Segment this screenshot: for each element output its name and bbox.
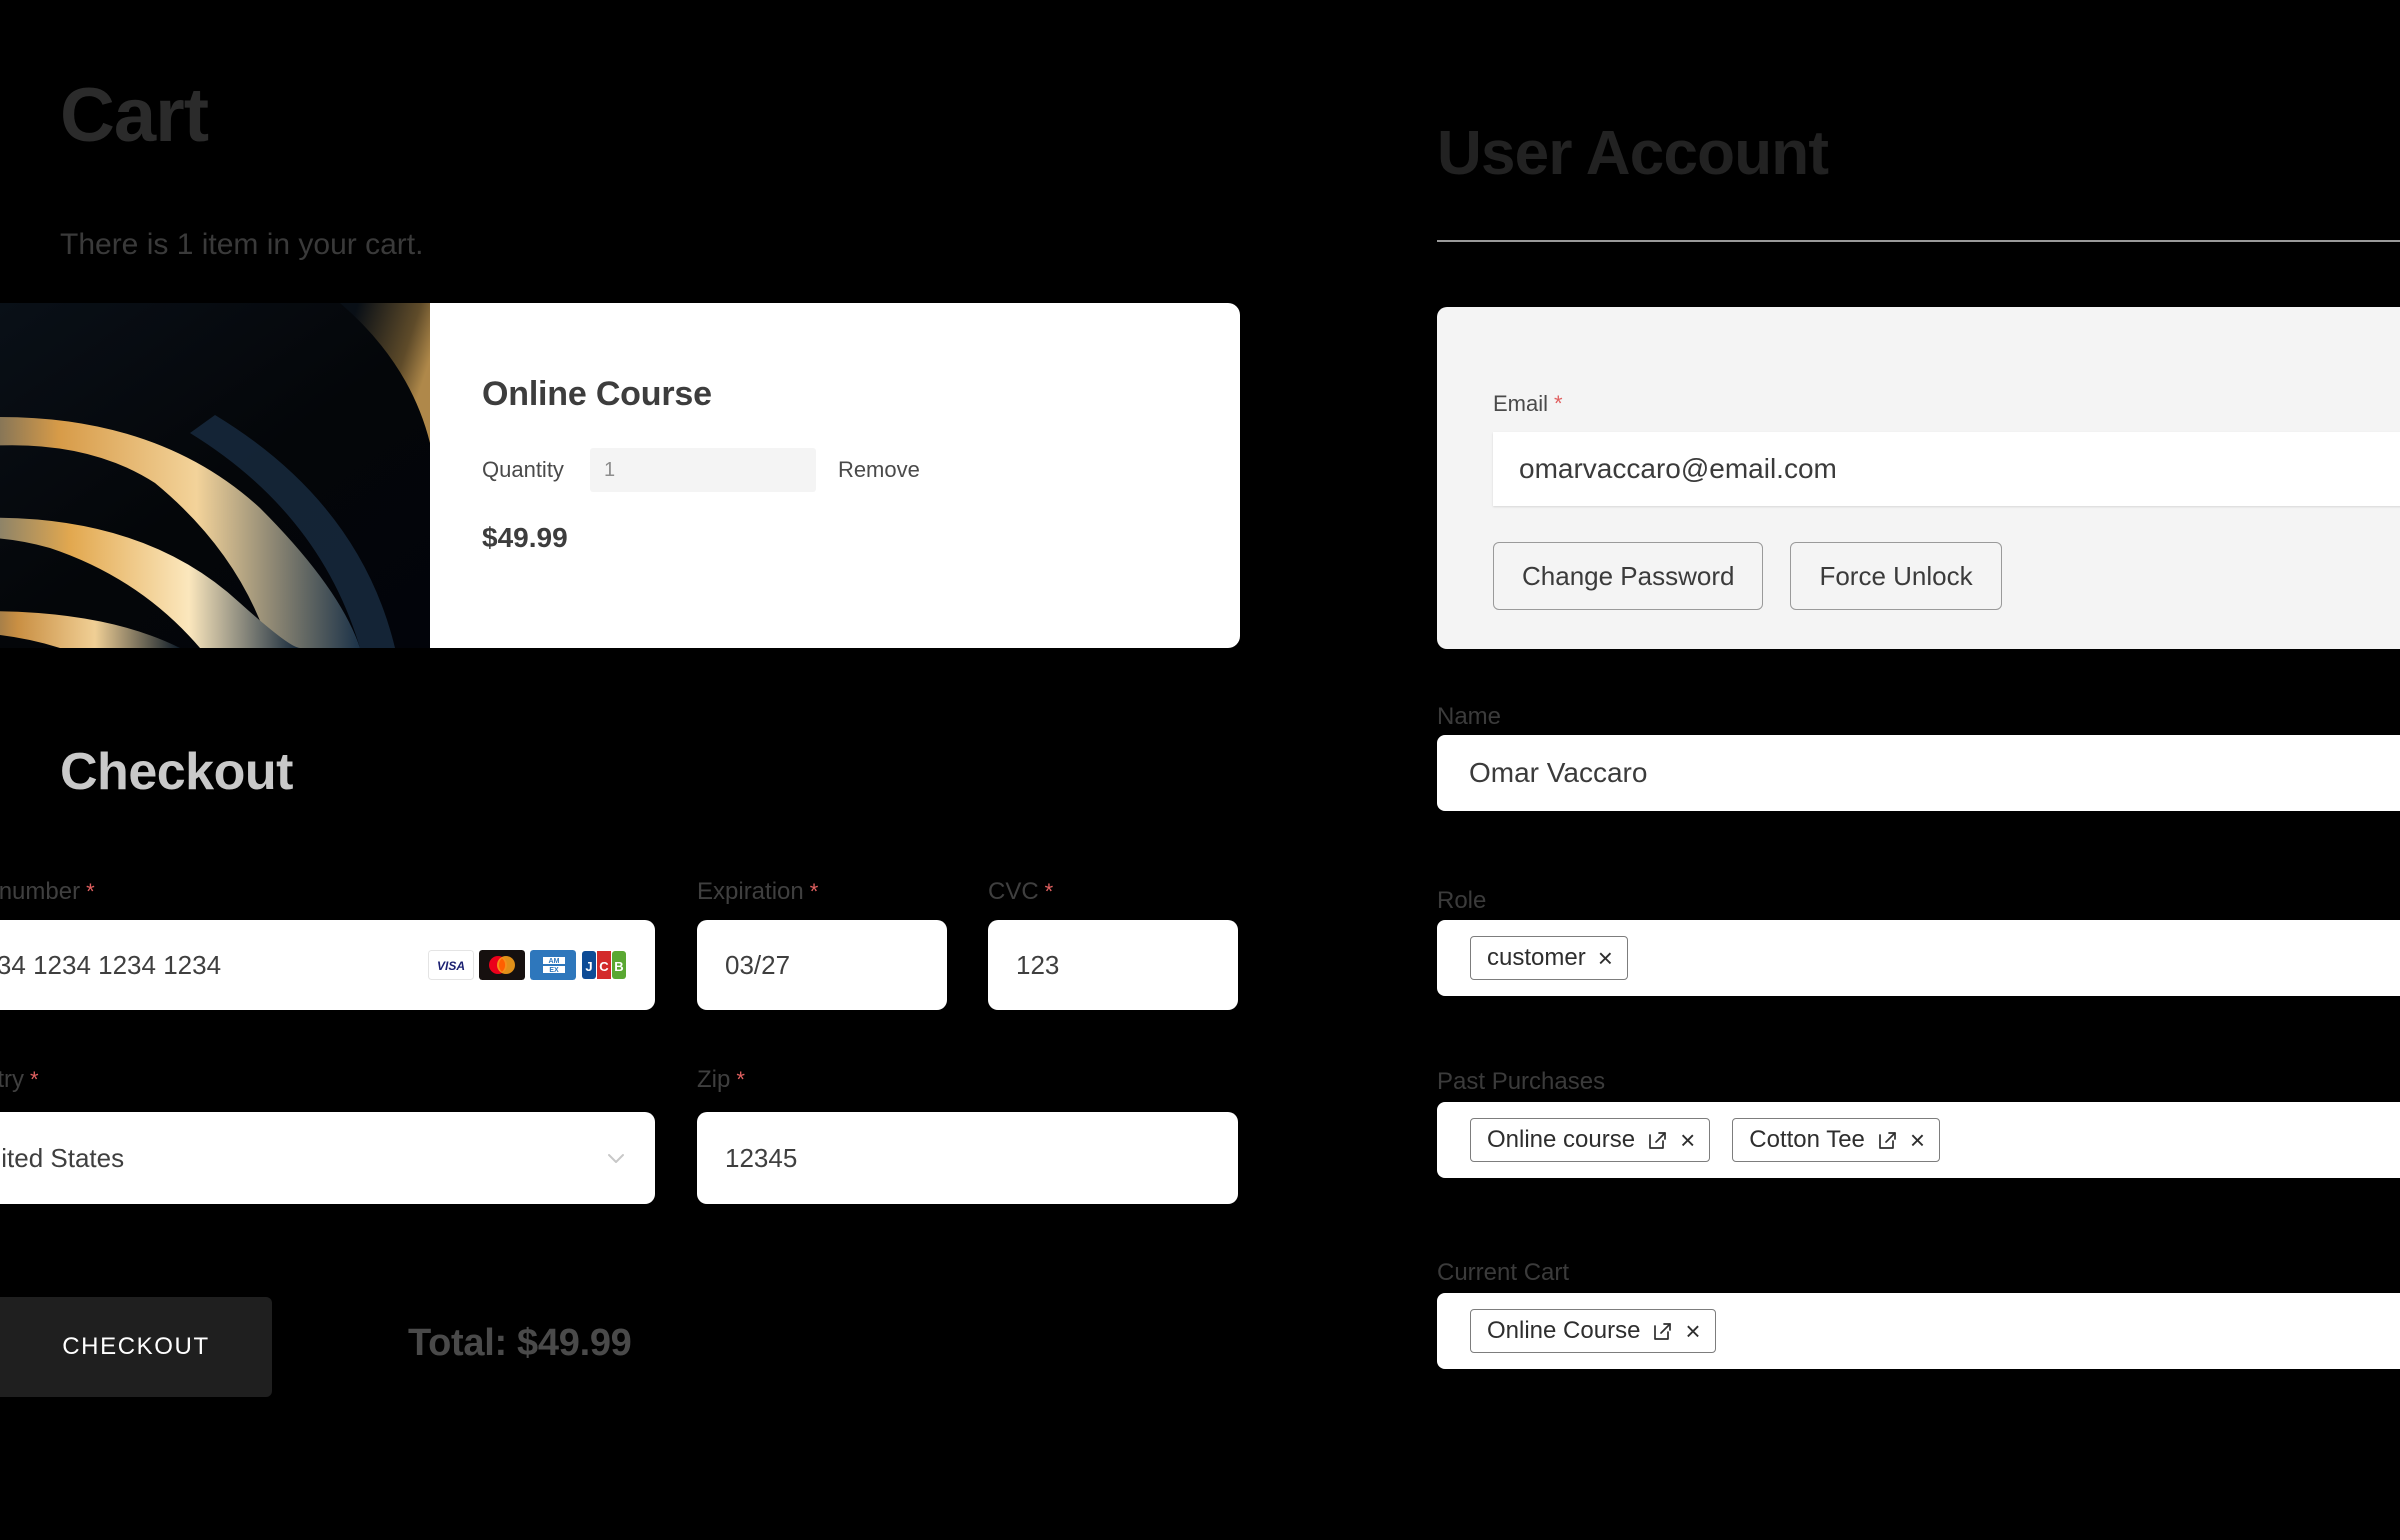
country-select[interactable]: United States [0,1112,655,1204]
required-asterisk: * [1554,391,1563,416]
product-name: Online Course [482,375,712,413]
current-cart-chip[interactable]: Online Course × [1470,1309,1716,1353]
close-icon[interactable]: × [1685,1318,1700,1344]
checkout-button[interactable]: CHECKOUT [0,1297,272,1397]
expiration-label-text: Expiration [697,878,804,905]
card-number-field[interactable]: VISA AM EX JCB [0,920,655,1010]
required-asterisk: * [1044,879,1054,904]
remove-item-button[interactable]: Remove [838,457,920,483]
card-number-input[interactable] [0,949,428,981]
cvc-label: CVC * [988,878,1053,906]
past-purchase-chip[interactable]: Online course × [1470,1118,1711,1162]
svg-text:EX: EX [549,967,559,974]
zip-label-text: Zip [697,1066,731,1093]
role-chip-label: customer [1487,944,1586,971]
card-number-label-text: Card number [0,878,81,905]
chevron-down-icon [605,1147,627,1169]
cart-item-count-text: There is 1 item in your cart. [60,228,424,261]
account-email-card: Email* Change Password Force Unlock [1437,307,2400,649]
required-asterisk: * [86,879,95,904]
country-selected-value: United States [0,1142,125,1173]
quantity-label: Quantity [482,457,564,482]
past-purchase-chip-label: Online course [1487,1126,1636,1153]
app-root: Cart There is 1 item in your cart. Onlin… [0,0,2400,1540]
svg-text:C: C [599,959,609,974]
zip-input[interactable] [725,1142,1210,1174]
required-asterisk: * [736,1067,745,1092]
card-brand-icons: VISA AM EX JCB [428,950,627,980]
close-icon[interactable]: × [1598,945,1613,971]
past-purchase-chip[interactable]: Cotton Tee × [1732,1118,1941,1162]
name-label: Name [1437,703,1502,730]
email-input[interactable] [1493,432,2400,506]
force-unlock-button[interactable]: Force Unlock [1790,542,2002,610]
account-action-buttons: Change Password Force Unlock [1493,542,2002,610]
zip-field[interactable] [697,1112,1238,1204]
past-purchase-chip-label: Cotton Tee [1749,1126,1865,1153]
role-chip[interactable]: customer × [1470,936,1628,980]
current-cart-label: Current Cart [1437,1259,1570,1286]
external-link-icon[interactable] [1647,1130,1668,1151]
account-title: User Account [1437,119,1829,188]
email-label-text: Email [1493,391,1549,416]
mastercard-icon [479,950,525,980]
card-number-label: Card number* [0,878,95,906]
current-cart-chip-label: Online Course [1487,1317,1641,1344]
past-purchases-label: Past Purchases [1437,1068,1606,1095]
required-asterisk: * [30,1067,39,1092]
zip-label: Zip * [697,1066,745,1094]
cart-total: Total: $49.99 [408,1322,632,1364]
quantity-row: Quantity Remove [482,448,1240,492]
change-password-button[interactable]: Change Password [1493,542,1764,610]
svg-text:AM: AM [549,958,560,965]
account-divider [1437,240,2400,242]
jcb-icon: JCB [581,950,627,980]
page-title: Cart [60,73,209,158]
role-label: Role [1437,887,1487,914]
cvc-field[interactable] [988,920,1238,1010]
cvc-input[interactable] [1016,949,1210,981]
expiration-label: Expiration * [697,878,818,906]
name-input[interactable] [1437,735,2400,811]
visa-icon: VISA [428,950,474,980]
country-label: Country* [0,1066,39,1094]
product-image [0,303,430,648]
cvc-label-text: CVC [988,878,1039,905]
product-price: $49.99 [482,522,568,553]
expiration-field[interactable] [697,920,947,1010]
expiration-input[interactable] [725,949,919,981]
required-asterisk: * [809,879,819,904]
current-cart-chip-field[interactable]: Online Course × [1437,1293,2400,1369]
cart-item-card: Online Course Quantity Remove $49.99 [0,303,1240,648]
checkout-title: Checkout [60,743,293,801]
close-icon[interactable]: × [1680,1127,1695,1153]
role-chip-field[interactable]: customer × [1437,920,2400,996]
quantity-input[interactable] [589,448,816,492]
close-icon[interactable]: × [1910,1127,1925,1153]
external-link-icon[interactable] [1652,1321,1673,1342]
country-label-text: Country [0,1066,25,1093]
external-link-icon[interactable] [1877,1130,1898,1151]
past-purchases-chip-field[interactable]: Online course × Cotton Tee × [1437,1102,2400,1178]
svg-text:B: B [614,959,623,974]
email-label: Email * [1493,391,1563,417]
amex-icon: AM EX [530,950,576,980]
svg-text:VISA: VISA [437,959,465,973]
cart-item-details: Online Course Quantity Remove $49.99 [430,303,1240,648]
svg-text:J: J [585,959,592,974]
